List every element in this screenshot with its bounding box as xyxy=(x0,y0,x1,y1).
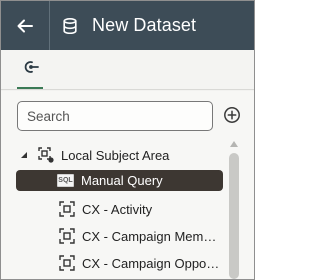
tree-item-cx-activity[interactable]: CX - Activity xyxy=(59,198,224,220)
search-input[interactable] xyxy=(27,108,212,124)
scrollbar-thumb[interactable] xyxy=(229,153,239,279)
header-bar: New Dataset xyxy=(1,1,254,50)
data-panel: New Dataset Search Local Subject Area SQ… xyxy=(0,0,255,280)
subject-area-icon xyxy=(59,228,75,244)
subject-area-icon xyxy=(59,255,75,271)
tree-item-manual-query[interactable]: SQL Manual Query xyxy=(16,170,223,191)
tree-item-label: CX - Campaign Oppo… xyxy=(82,255,220,271)
subject-area-icon xyxy=(38,147,54,163)
tree-item-label: Manual Query xyxy=(81,173,163,188)
expand-caret-icon[interactable] xyxy=(18,151,30,159)
sql-icon: SQL xyxy=(57,174,74,187)
add-circle-icon xyxy=(224,107,240,123)
tree-item-local-subject-area[interactable]: Local Subject Area xyxy=(18,144,218,166)
add-button[interactable] xyxy=(223,106,241,124)
tree-item-label: Local Subject Area xyxy=(61,147,170,163)
active-tab-indicator xyxy=(17,87,43,89)
tree-item-label: CX - Campaign Mem… xyxy=(82,228,217,244)
page-title: New Dataset xyxy=(92,15,197,35)
tab-data-source[interactable] xyxy=(18,60,44,89)
back-button[interactable] xyxy=(1,1,49,50)
search-field[interactable] xyxy=(17,101,213,131)
scroll-up-button[interactable] xyxy=(229,136,239,147)
tree-item-cx-campaign-members[interactable]: CX - Campaign Mem… xyxy=(59,225,224,247)
tree-item-label: CX - Activity xyxy=(82,201,153,217)
scroll-up-icon xyxy=(230,141,238,147)
arrow-left-icon xyxy=(17,19,33,32)
database-icon xyxy=(50,1,90,50)
tab-bar xyxy=(1,50,254,90)
data-source-icon xyxy=(24,61,39,73)
tree-item-cx-campaign-opportunities[interactable]: CX - Campaign Oppo… xyxy=(59,252,224,274)
subject-area-icon xyxy=(59,201,75,217)
